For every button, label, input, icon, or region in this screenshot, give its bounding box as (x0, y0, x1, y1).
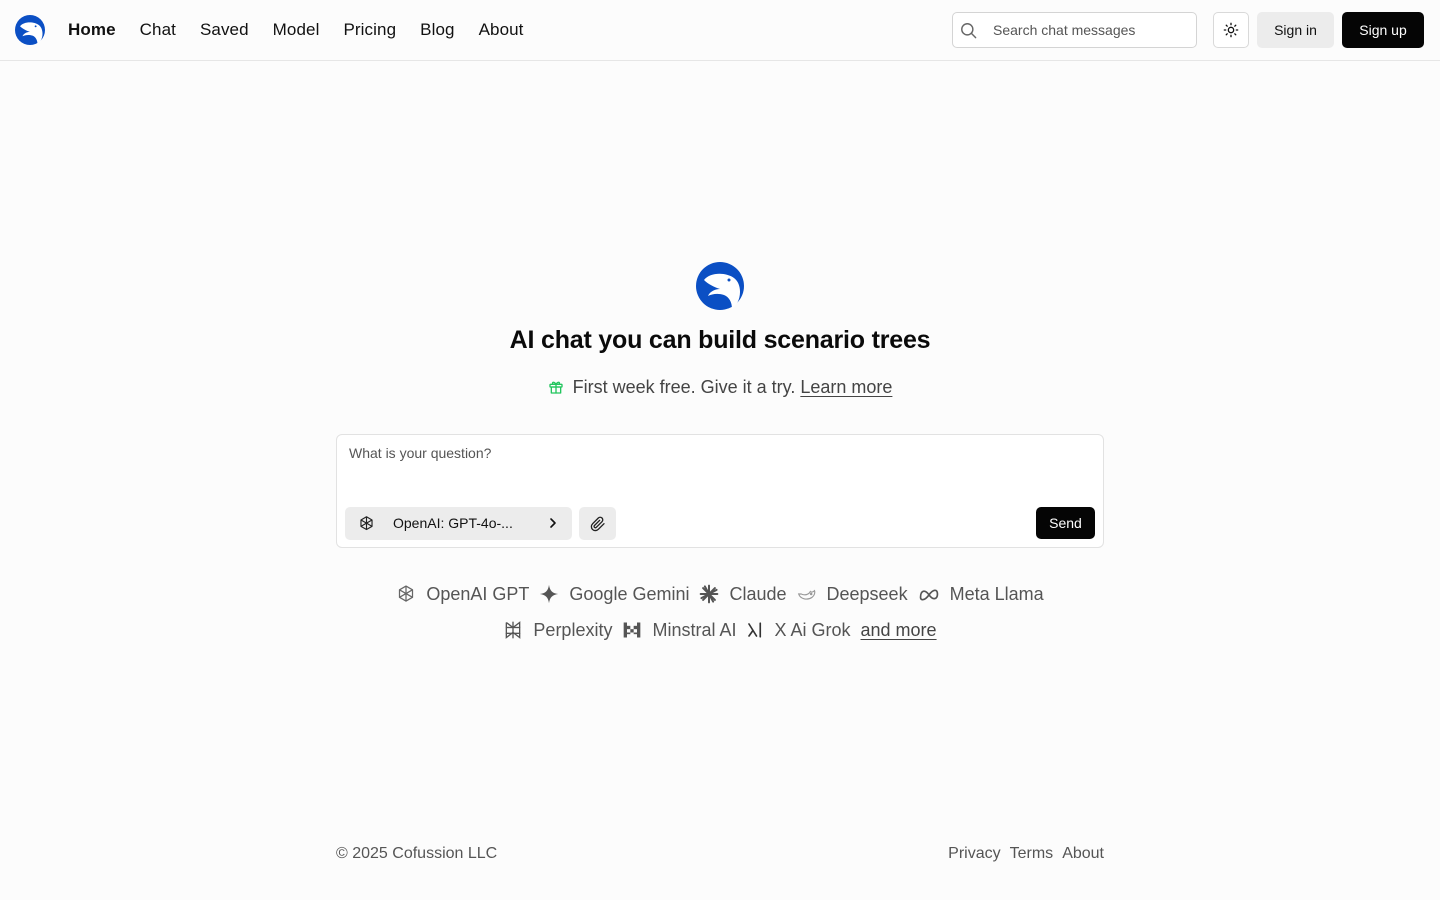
search-box (952, 12, 1197, 48)
nav-pricing[interactable]: Pricing (343, 20, 396, 40)
openai-icon (360, 516, 373, 531)
search-icon (961, 23, 977, 39)
provider-deepseek: Deepseek (797, 584, 908, 605)
mistral-icon (624, 622, 641, 638)
chat-composer: OpenAI: GPT-4o-... Send (336, 434, 1104, 548)
provider-openai: OpenAI GPT (396, 584, 529, 605)
brand-logo-icon[interactable] (15, 15, 45, 45)
chevron-right-icon (550, 518, 556, 528)
provider-perplexity: Perplexity (503, 620, 612, 641)
page-title: AI chat you can build scenario trees (509, 326, 931, 354)
main-nav: Home Chat Saved Model Pricing Blog About (68, 0, 548, 60)
send-button[interactable]: Send (1036, 507, 1095, 539)
gift-icon (548, 381, 563, 394)
and-more-link[interactable]: and more (861, 620, 937, 641)
grok-icon (748, 622, 762, 638)
nav-saved[interactable]: Saved (200, 20, 249, 40)
hero-logo-icon (696, 262, 744, 310)
top-header: Home Chat Saved Model Pricing Blog About… (0, 0, 1440, 61)
provider-meta: Meta Llama (918, 584, 1044, 605)
providers-row-2: Perplexity Minstral AI X Ai Grok and mor… (0, 618, 1440, 642)
promo-line: First week free. Give it a try. Learn mo… (0, 377, 1440, 398)
provider-gemini: Google Gemini (539, 584, 689, 605)
learn-more-link[interactable]: Learn more (800, 377, 892, 397)
model-label: OpenAI: GPT-4o-... (393, 515, 513, 531)
footer-terms-link[interactable]: Terms (1010, 845, 1054, 863)
theme-toggle-button[interactable] (1213, 12, 1249, 48)
nav-blog[interactable]: Blog (420, 20, 454, 40)
provider-more: and more (861, 620, 937, 641)
question-input[interactable] (349, 445, 1089, 501)
provider-grok: X Ai Grok (746, 620, 851, 641)
claude-asterisk-icon (700, 584, 719, 604)
promo-text: First week free. Give it a try. (572, 377, 796, 397)
attach-file-button[interactable] (579, 507, 616, 540)
providers-row-1: OpenAI GPT Google Gemini Claude Deepseek… (0, 582, 1440, 606)
nav-about[interactable]: About (479, 20, 524, 40)
gemini-sparkle-icon (540, 584, 559, 604)
nav-home[interactable]: Home (68, 20, 116, 40)
search-input[interactable] (993, 13, 1191, 47)
paperclip-icon (590, 516, 605, 531)
sun-icon (1223, 22, 1239, 38)
nav-chat[interactable]: Chat (140, 20, 176, 40)
openai-icon (399, 585, 414, 602)
sign-in-button[interactable]: Sign in (1257, 12, 1334, 48)
sign-up-button[interactable]: Sign up (1342, 12, 1424, 48)
provider-claude: Claude (699, 584, 787, 605)
footer-about-link[interactable]: About (1062, 845, 1104, 863)
deepseek-whale-icon (797, 589, 815, 600)
model-selector-button[interactable]: OpenAI: GPT-4o-... (345, 507, 572, 540)
meta-infinity-icon (919, 589, 938, 601)
provider-mistral: Minstral AI (622, 620, 736, 641)
nav-model[interactable]: Model (273, 20, 320, 40)
footer-links: Privacy Terms About (939, 845, 1104, 863)
copyright-text: © 2025 Cofussion LLC (336, 845, 498, 862)
footer-privacy-link[interactable]: Privacy (948, 845, 1000, 863)
perplexity-icon (506, 621, 521, 639)
